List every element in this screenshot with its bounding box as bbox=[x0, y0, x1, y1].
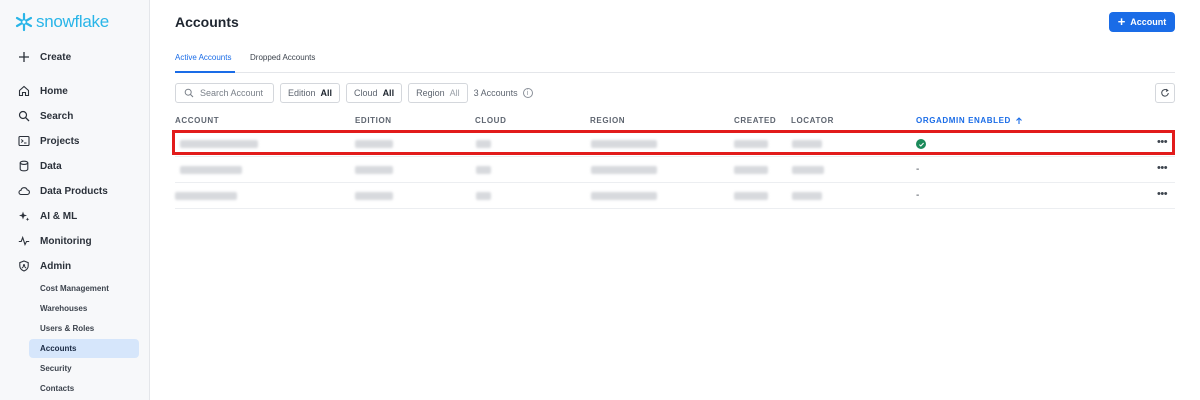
more-options-icon[interactable]: ••• bbox=[1157, 188, 1168, 200]
sidebar-sub-accounts[interactable]: Accounts bbox=[29, 339, 139, 358]
snowflake-logo[interactable]: snowflake bbox=[14, 11, 109, 33]
search-icon bbox=[18, 110, 30, 122]
tab-dropped-accounts[interactable]: Dropped Accounts bbox=[250, 53, 320, 73]
sidebar-sub-warehouses[interactable]: Warehouses bbox=[29, 299, 139, 318]
redacted-created bbox=[734, 192, 768, 200]
cloud-filter-label: Cloud bbox=[354, 88, 378, 98]
sidebar-item-monitoring[interactable]: Monitoring bbox=[18, 231, 92, 251]
sidebar-item-home[interactable]: Home bbox=[18, 81, 68, 101]
redacted-account-name bbox=[180, 140, 258, 148]
table-row[interactable]: - ••• bbox=[175, 183, 1175, 209]
info-icon[interactable]: i bbox=[522, 88, 533, 98]
refresh-button[interactable] bbox=[1155, 83, 1175, 103]
redacted-account-name bbox=[175, 192, 237, 200]
column-header-orgadmin-enabled[interactable]: ORGADMIN ENABLED bbox=[916, 116, 1023, 125]
main-content: Accounts + Account Active Accounts Dropp… bbox=[150, 0, 1200, 400]
sidebar-item-label: Monitoring bbox=[40, 235, 92, 247]
search-icon bbox=[184, 88, 194, 98]
sidebar-sub-cost-management[interactable]: Cost Management bbox=[29, 279, 139, 298]
sidebar-item-admin[interactable]: Admin bbox=[18, 256, 71, 276]
redacted-locator bbox=[792, 140, 822, 148]
orgadmin-status: - bbox=[916, 164, 920, 175]
redacted-region bbox=[591, 140, 657, 148]
sidebar-create[interactable]: Create bbox=[18, 47, 71, 67]
activity-icon bbox=[18, 235, 30, 247]
sidebar-item-label: Projects bbox=[40, 135, 80, 147]
sparkle-icon bbox=[18, 210, 30, 222]
edition-filter-label: Edition bbox=[288, 88, 316, 98]
sidebar-item-label: Data Products bbox=[40, 185, 108, 197]
more-options-icon[interactable]: ••• bbox=[1157, 136, 1168, 148]
redacted-region bbox=[591, 166, 657, 174]
cloud-filter[interactable]: Cloud All bbox=[346, 83, 403, 103]
search-placeholder: Search Account bbox=[200, 88, 264, 98]
column-header-region[interactable]: REGION bbox=[590, 116, 625, 125]
sidebar-item-label: Search bbox=[40, 110, 74, 122]
column-header-locator[interactable]: LOCATOR bbox=[791, 116, 834, 125]
sidebar-item-projects[interactable]: Projects bbox=[18, 131, 79, 151]
table-row[interactable]: ••• bbox=[175, 131, 1175, 157]
cloud-icon bbox=[18, 185, 30, 197]
region-filter-value: All bbox=[449, 88, 460, 98]
home-icon bbox=[18, 85, 30, 97]
redacted-edition bbox=[355, 140, 393, 148]
redacted-edition bbox=[355, 192, 393, 200]
region-filter[interactable]: Region All bbox=[408, 83, 468, 103]
plus-icon: + bbox=[1117, 14, 1126, 29]
edition-filter-value: All bbox=[320, 88, 333, 98]
redacted-cloud bbox=[476, 192, 491, 200]
edition-filter[interactable]: Edition All bbox=[280, 83, 341, 103]
add-account-label: Account bbox=[1130, 17, 1167, 27]
column-header-created[interactable]: CREATED bbox=[734, 116, 776, 125]
sidebar: snowflake Create Home Search Projects Da… bbox=[0, 0, 150, 400]
account-count: 3 Accounts i bbox=[474, 88, 533, 98]
sidebar-item-data-products[interactable]: Data Products bbox=[18, 181, 108, 201]
more-options-icon[interactable]: ••• bbox=[1157, 162, 1168, 174]
sidebar-item-label: AI & ML bbox=[40, 210, 78, 222]
table-row[interactable]: - ••• bbox=[175, 157, 1175, 183]
sidebar-item-label: Admin bbox=[40, 260, 72, 272]
brand-name: snowflake bbox=[36, 12, 109, 31]
redacted-region bbox=[591, 192, 657, 200]
sidebar-sub-users-roles[interactable]: Users & Roles bbox=[29, 319, 139, 338]
sort-ascending-icon bbox=[1016, 116, 1022, 124]
redacted-created bbox=[734, 140, 768, 148]
search-input[interactable]: Search Account bbox=[175, 83, 274, 103]
refresh-icon bbox=[1161, 88, 1169, 97]
sidebar-create-label: Create bbox=[40, 51, 72, 63]
sidebar-item-ai-ml[interactable]: AI & ML bbox=[18, 206, 77, 226]
add-account-button[interactable]: + Account bbox=[1109, 12, 1175, 32]
sidebar-item-label: Home bbox=[40, 85, 68, 97]
column-header-account[interactable]: ACCOUNT bbox=[175, 116, 219, 125]
database-icon bbox=[18, 160, 30, 172]
terminal-icon bbox=[18, 135, 30, 147]
redacted-account-name bbox=[180, 166, 242, 174]
filter-bar: Search Account Edition All Cloud All Reg… bbox=[175, 83, 533, 103]
sidebar-item-label: Data bbox=[40, 160, 62, 172]
redacted-locator bbox=[792, 166, 824, 174]
redacted-cloud bbox=[476, 140, 491, 148]
page-title: Accounts bbox=[175, 14, 239, 30]
cloud-filter-value: All bbox=[382, 88, 395, 98]
tab-bar: Active Accounts Dropped Accounts bbox=[175, 53, 1175, 73]
plus-icon bbox=[18, 51, 30, 63]
redacted-locator bbox=[792, 192, 822, 200]
redacted-edition bbox=[355, 166, 393, 174]
sidebar-sub-security[interactable]: Security bbox=[29, 359, 139, 378]
region-filter-label: Region bbox=[416, 88, 445, 98]
sidebar-sub-contacts[interactable]: Contacts bbox=[29, 379, 139, 398]
column-header-cloud[interactable]: CLOUD bbox=[475, 116, 506, 125]
check-circle-icon bbox=[916, 139, 926, 149]
account-count-text: 3 Accounts bbox=[473, 88, 518, 98]
redacted-cloud bbox=[476, 166, 491, 174]
sidebar-item-data[interactable]: Data bbox=[18, 156, 62, 176]
shield-icon bbox=[18, 260, 30, 272]
column-header-orgadmin-label: ORGADMIN ENABLED bbox=[916, 116, 1011, 125]
orgadmin-status: - bbox=[916, 190, 920, 201]
tab-active-accounts[interactable]: Active Accounts bbox=[175, 53, 235, 73]
column-header-edition[interactable]: EDITION bbox=[355, 116, 392, 125]
redacted-created bbox=[734, 166, 768, 174]
snowflake-logo-icon bbox=[15, 12, 33, 32]
sidebar-item-search[interactable]: Search bbox=[18, 106, 73, 126]
